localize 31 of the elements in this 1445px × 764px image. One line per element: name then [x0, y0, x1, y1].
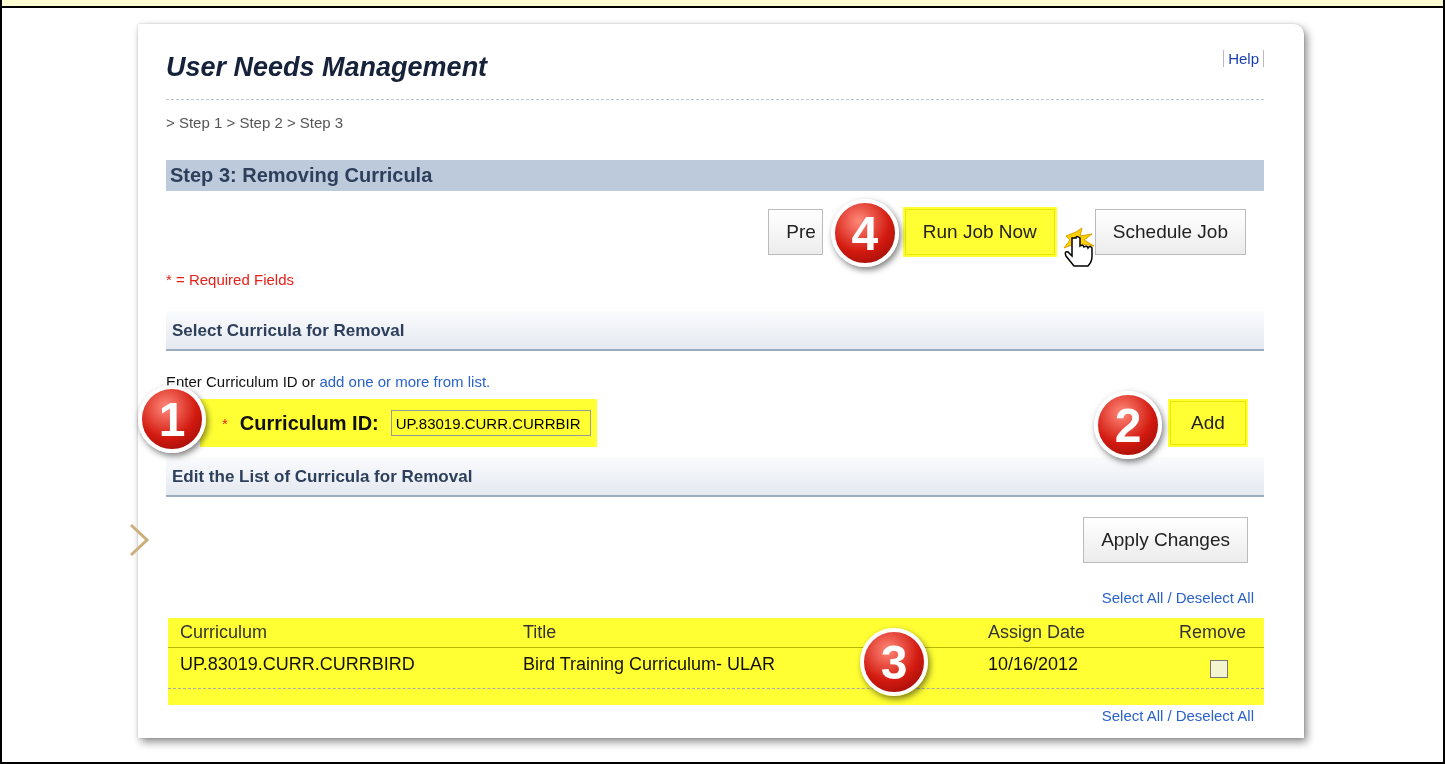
column-header: Remove — [1179, 622, 1246, 643]
deselect-all-link[interactable]: Deselect All — [1175, 589, 1254, 606]
required-note: * = Required Fields — [166, 271, 294, 288]
column-header: Assign Date — [988, 622, 1086, 643]
select-all-link[interactable]: Select All — [1101, 589, 1164, 606]
callout-badge: 3 — [860, 628, 928, 696]
field-label: Curriculum ID: — [239, 411, 379, 435]
required-mark: * — [222, 414, 228, 432]
table-cell-text: 10/16/2012 — [988, 654, 1079, 676]
select-all-link[interactable]: Select All — [1101, 707, 1164, 724]
section-heading: Select Curricula for Removal — [166, 311, 1264, 351]
table-cell-text: Bird Training Curriculum- ULAR — [523, 654, 776, 676]
curriculum-id-field[interactable]: UP.83019.CURR.CURRBIR — [390, 410, 591, 436]
action-button[interactable]: Pre — [768, 209, 823, 255]
link-separator: / — [1167, 589, 1172, 606]
help-link[interactable]: Help — [1223, 50, 1264, 67]
step-heading: Step 3: Removing Curricula — [166, 160, 1264, 191]
breadcrumb: > Step 1 > Step 2 > Step 3 — [166, 114, 344, 131]
remove-checkbox[interactable] — [1209, 660, 1228, 678]
action-button[interactable]: Schedule Job — [1094, 209, 1246, 255]
column-header: Curriculum — [180, 622, 267, 643]
add-button[interactable]: Add — [1170, 401, 1246, 445]
chevron-right-icon[interactable] — [128, 522, 150, 558]
table-cell-text: UP.83019.CURR.CURRBIRD — [180, 654, 415, 676]
page-title: User Needs Management — [166, 52, 488, 83]
deselect-all-link[interactable]: Deselect All — [1175, 707, 1254, 724]
add-from-list-link[interactable]: add one or more from list. — [319, 373, 491, 390]
section-heading: Edit the List of Curricula for Removal — [166, 457, 1264, 497]
column-header: Title — [523, 622, 557, 643]
link-separator: / — [1167, 707, 1172, 724]
apply-changes-button[interactable]: Apply Changes — [1083, 517, 1248, 563]
